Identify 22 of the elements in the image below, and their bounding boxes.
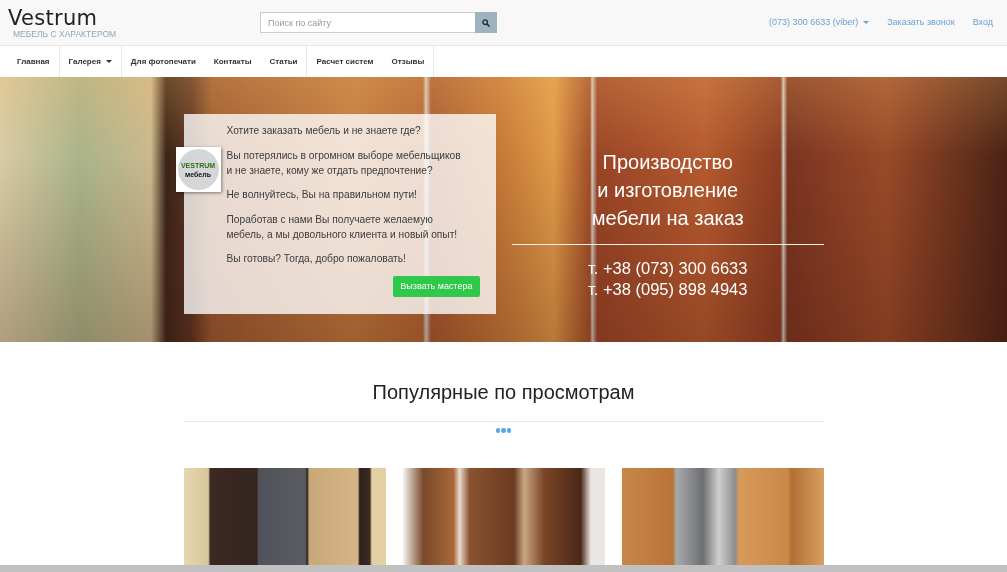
section-heading: Популярные по просмотрам [371, 380, 636, 404]
caret-icon [863, 21, 870, 24]
hero-heading: Производство и изготовление мебели на заказ [590, 150, 745, 231]
menu-link[interactable]: Расчет систем [307, 46, 383, 77]
menu-link[interactable]: Для фотопечати [121, 46, 205, 77]
intro-paragraph: Поработав с нами Вы получаете желаемую мебель, а мы довольного клиента и новый опыт! [226, 212, 459, 242]
intro-paragraph: Вы готовы? Тогда, добро пожаловать! [226, 252, 407, 266]
phone-number: т. +38 (095) 898 4943 [587, 279, 749, 300]
phone-number: т. +38 (073) 300 6633 [587, 258, 749, 279]
photo-placeholder[interactable] [402, 468, 605, 567]
intro-paragraph: Вы потерялись в огромном выборе мебельщиков и не знаете, кому же отдать предпочтение? [226, 148, 462, 178]
photo-placeholder[interactable] [183, 468, 386, 567]
intro-paragraph: Не волнуйтесь, Вы на правильном пути! [226, 188, 418, 202]
menu-link[interactable]: Контакты [204, 46, 261, 77]
intro-paragraph: Хотите заказать мебель и не знаете где? [226, 124, 422, 138]
caret-icon [105, 60, 112, 63]
search-field[interactable]: Поиск по сайту [260, 12, 475, 33]
horizontal-scrollbar[interactable] [0, 565, 1007, 572]
brand-tagline: МЕБЕЛЬ С ХАРАКТЕРОМ [13, 28, 117, 40]
search-icon [482, 18, 490, 27]
search-button[interactable] [475, 12, 497, 33]
brand-logo[interactable]: Vestrum [8, 6, 98, 29]
